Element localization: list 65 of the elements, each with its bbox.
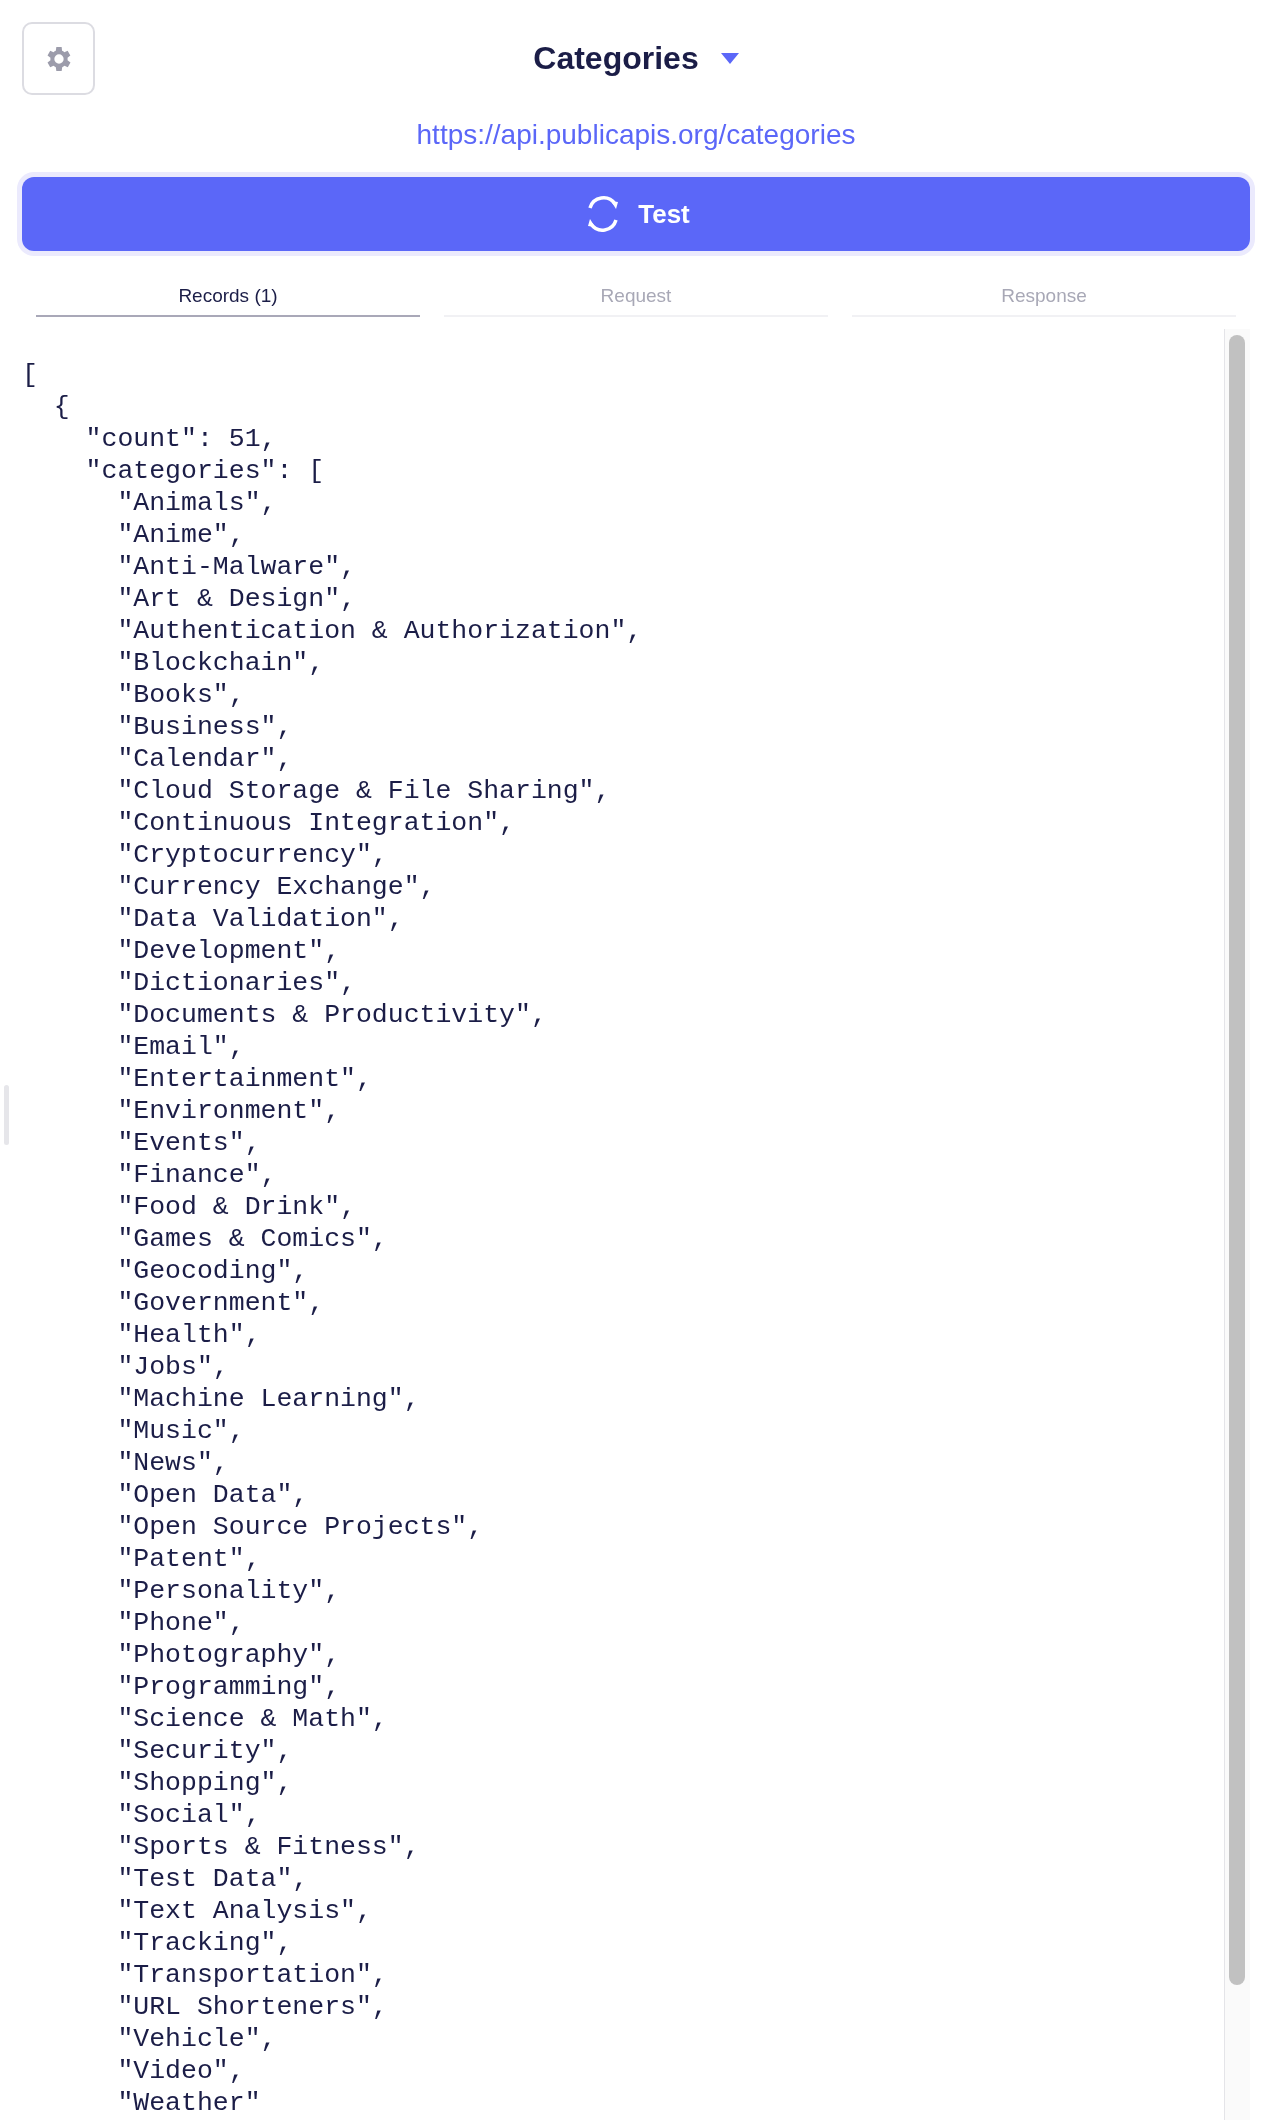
endpoint-dropdown[interactable]: Categories [533, 40, 739, 77]
code-line: "categories": [ [84, 455, 325, 487]
code-line: "Cloud Storage & File Sharing", [116, 775, 611, 807]
code-line: "Authentication & Authorization", [116, 615, 643, 647]
code-line: "Machine Learning", [116, 1383, 420, 1415]
code-line: "Patent", [116, 1543, 261, 1575]
code-line: "Calendar", [116, 743, 293, 775]
code-line: "Email", [116, 1031, 245, 1063]
code-line: "Animals", [116, 487, 277, 519]
code-line: "Transportation", [116, 1959, 388, 1991]
scrollbar[interactable] [1224, 329, 1250, 2120]
code-line: "count": 51, [84, 423, 277, 455]
code-line: "Art & Design", [116, 583, 356, 615]
code-line: "Currency Exchange", [116, 871, 436, 903]
code-line: "URL Shorteners", [116, 1991, 388, 2023]
code-line: "Anime", [116, 519, 245, 551]
code-line: "Photography", [116, 1639, 341, 1671]
code-line: "Geocoding", [116, 1255, 309, 1287]
code-line: "Personality", [116, 1575, 341, 1607]
code-line: "Open Source Projects", [116, 1511, 484, 1543]
code-line: "Books", [116, 679, 245, 711]
endpoint-url-link[interactable]: https://api.publicapis.org/categories [416, 119, 856, 151]
code-line: "Test Data", [116, 1863, 309, 1895]
code-line: "Documents & Productivity", [116, 999, 547, 1031]
code-line: "Phone", [116, 1607, 245, 1639]
code-line: "Development", [116, 935, 341, 967]
tab[interactable]: Request [444, 285, 828, 317]
code-line: { [52, 391, 70, 423]
code-line: "Cryptocurrency", [116, 839, 388, 871]
code-line: "Government", [116, 1287, 325, 1319]
code-line: "Video", [116, 2055, 245, 2087]
code-line: "Dictionaries", [116, 967, 356, 999]
code-line: "Music", [116, 1415, 245, 1447]
code-line: [ [22, 359, 38, 391]
code-line: "Environment", [116, 1095, 341, 1127]
settings-button[interactable] [22, 22, 95, 95]
code-line: "Shopping", [116, 1767, 293, 1799]
code-line: "Events", [116, 1127, 261, 1159]
code-line: "Blockchain", [116, 647, 325, 679]
tab[interactable]: Response [852, 285, 1236, 317]
code-line: "Anti-Malware", [116, 551, 356, 583]
code-line: "Weather" [116, 2087, 261, 2119]
code-line: "Tracking", [116, 1927, 293, 1959]
code-line: "Vehicle", [116, 2023, 277, 2055]
resize-handle[interactable] [4, 1085, 9, 1145]
code-line: "Entertainment", [116, 1063, 372, 1095]
code-line: "Open Data", [116, 1479, 309, 1511]
code-line: "Social", [116, 1799, 261, 1831]
code-line: "Security", [116, 1735, 293, 1767]
code-line: "Food & Drink", [116, 1191, 356, 1223]
code-line: "Health", [116, 1319, 261, 1351]
code-line: "Jobs", [116, 1351, 229, 1383]
code-line: "Sports & Fitness", [116, 1831, 420, 1863]
code-line: "Science & Math", [116, 1703, 388, 1735]
code-line: "Programming", [116, 1671, 341, 1703]
code-line: "Finance", [116, 1159, 277, 1191]
code-line: "Business", [116, 711, 293, 743]
scrollbar-thumb[interactable] [1229, 335, 1245, 1985]
code-line: "Text Analysis", [116, 1895, 372, 1927]
code-line: "Continuous Integration", [116, 807, 515, 839]
caret-icon [720, 53, 739, 64]
code-line: "News", [116, 1447, 229, 1479]
tab[interactable]: Records (1) [36, 285, 420, 317]
code-line: "Games & Comics", [116, 1223, 388, 1255]
code-line: "Data Validation", [116, 903, 404, 935]
